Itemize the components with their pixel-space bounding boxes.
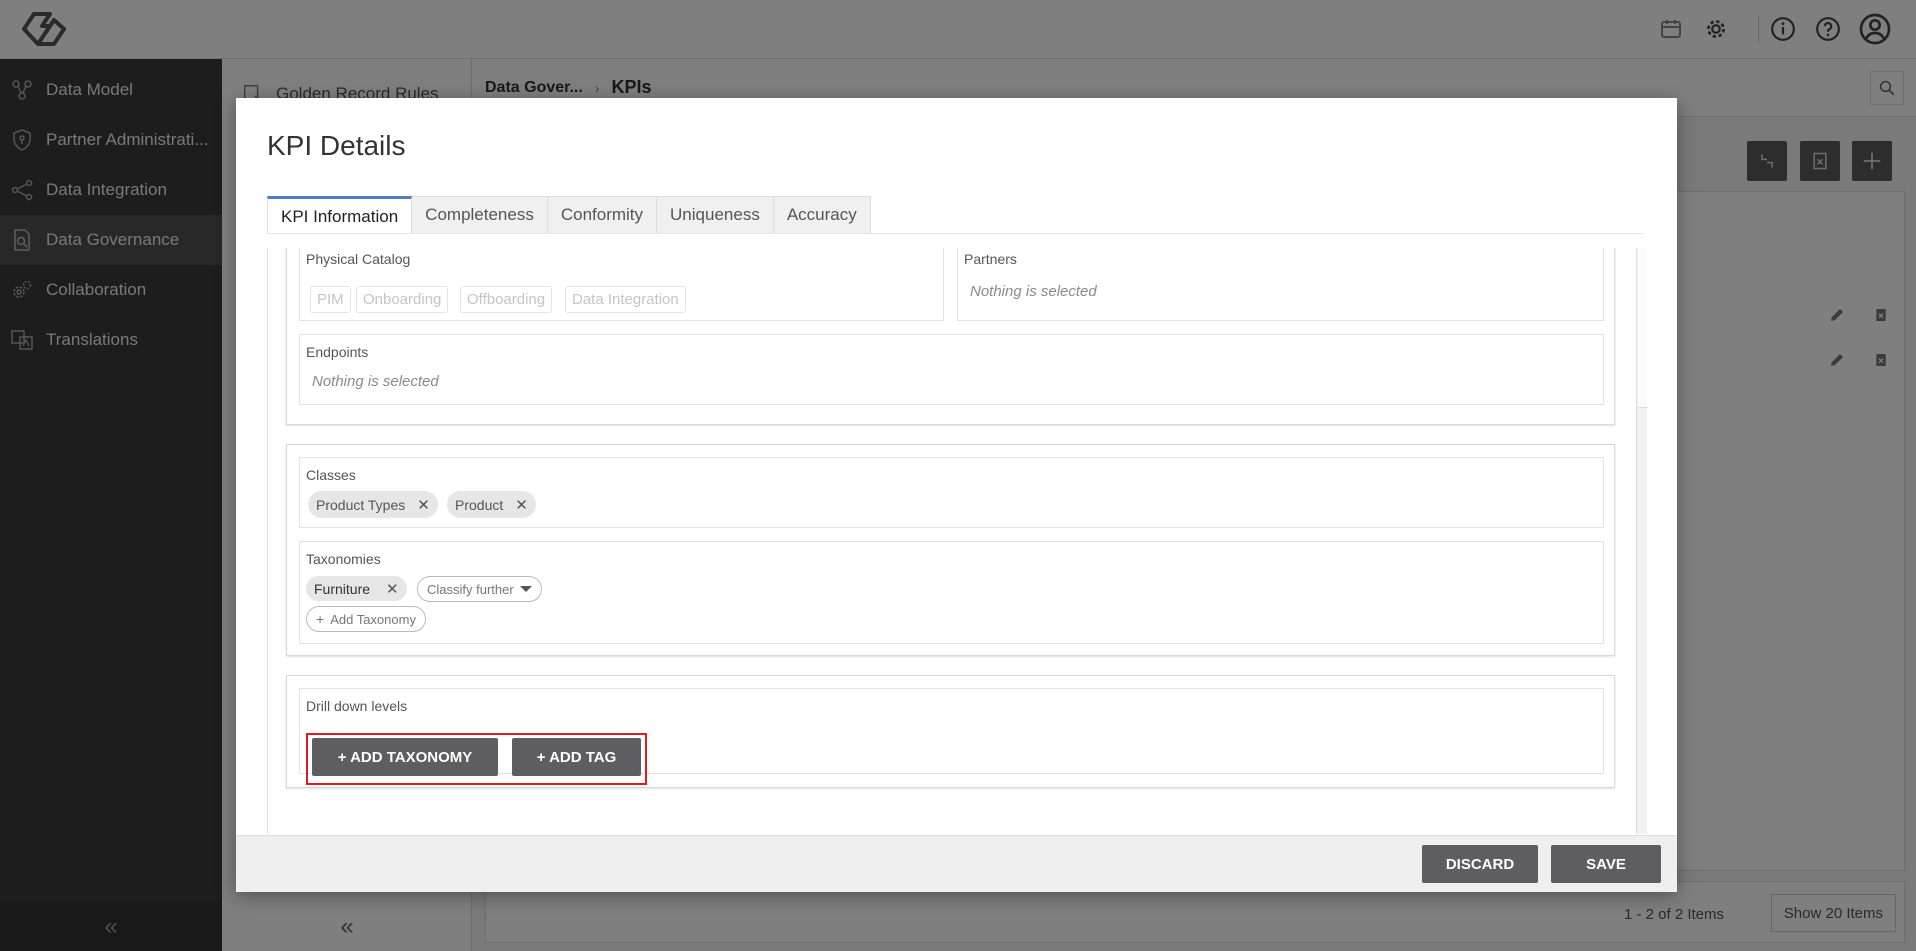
- catalog-option-offboarding: Offboarding: [460, 286, 553, 313]
- add-tag-button[interactable]: + ADD TAG: [512, 738, 641, 776]
- add-taxonomy-button[interactable]: + ADD TAXONOMY: [312, 738, 498, 776]
- chip-label: Product: [455, 496, 504, 513]
- discard-button[interactable]: DISCARD: [1422, 845, 1538, 883]
- tab-divider: [267, 233, 1644, 234]
- tab-conformity[interactable]: Conformity: [547, 196, 658, 234]
- drill-down-panel: Drill down levels + ADD TAXONOMY + ADD T…: [286, 675, 1615, 788]
- add-taxonomy-label: Add Taxonomy: [330, 611, 416, 627]
- chevron-down-icon: [519, 586, 532, 592]
- taxonomies-label: Taxonomies: [306, 551, 381, 567]
- dialog-scroll-area[interactable]: Physical Catalog PIM Onboarding Offboard…: [267, 248, 1647, 834]
- kpi-details-dialog: KPI Details KPI Information Completeness…: [236, 98, 1677, 892]
- chip-label: Product Types: [316, 496, 406, 513]
- dialog-scrollbar[interactable]: [1636, 248, 1647, 834]
- drill-down-field: Drill down levels + ADD TAXONOMY + ADD T…: [299, 688, 1604, 785]
- highlight-box: + ADD TAXONOMY + ADD TAG: [306, 733, 647, 785]
- remove-chip-icon[interactable]: ✕: [417, 496, 430, 514]
- catalog-option-data-integration: Data Integration: [565, 286, 686, 313]
- catalog-option-pim: PIM: [310, 286, 351, 313]
- taxonomies-field: Taxonomies Furniture ✕ Classify further …: [299, 541, 1604, 644]
- class-chip-product-types: Product Types ✕: [308, 491, 438, 518]
- classify-further-label: Classify further: [427, 581, 514, 597]
- scope-panel: Physical Catalog PIM Onboarding Offboard…: [286, 248, 1615, 425]
- classify-further-dropdown[interactable]: Classify further: [417, 576, 542, 602]
- tab-completeness[interactable]: Completeness: [412, 196, 548, 234]
- classes-field[interactable]: Classes Product Types ✕ Product ✕: [299, 457, 1604, 528]
- dialog-footer: DISCARD SAVE: [236, 835, 1677, 892]
- endpoints-value: Nothing is selected: [312, 373, 439, 390]
- remove-chip-icon[interactable]: ✕: [386, 580, 399, 598]
- drill-down-label: Drill down levels: [306, 698, 408, 714]
- physical-catalog-label: Physical Catalog: [306, 251, 411, 267]
- tab-kpi-information[interactable]: KPI Information: [267, 196, 413, 234]
- dialog-tabs: KPI Information Completeness Conformity …: [267, 196, 871, 234]
- tab-uniqueness[interactable]: Uniqueness: [657, 196, 774, 234]
- scrollbar-thumb[interactable]: [1638, 248, 1647, 408]
- partners-field[interactable]: Partners Nothing is selected: [957, 248, 1604, 321]
- plus-icon: +: [316, 611, 325, 627]
- taxonomy-chip-furniture: Furniture ✕: [306, 576, 407, 601]
- remove-chip-icon[interactable]: ✕: [515, 496, 528, 514]
- class-chip-product: Product ✕: [447, 491, 536, 518]
- classes-label: Classes: [306, 467, 356, 483]
- add-taxonomy-chip[interactable]: + Add Taxonomy: [306, 606, 426, 632]
- tab-accuracy[interactable]: Accuracy: [773, 196, 871, 234]
- partners-label: Partners: [964, 251, 1017, 267]
- dialog-title: KPI Details: [267, 130, 406, 161]
- classification-panel: Classes Product Types ✕ Product ✕ Taxono…: [286, 444, 1615, 656]
- catalog-option-onboarding: Onboarding: [356, 286, 449, 313]
- physical-catalog-field: Physical Catalog PIM Onboarding Offboard…: [299, 248, 944, 321]
- chip-label: Furniture: [314, 580, 371, 597]
- endpoints-label: Endpoints: [306, 344, 369, 360]
- partners-value: Nothing is selected: [970, 283, 1097, 300]
- save-button[interactable]: SAVE: [1551, 845, 1661, 883]
- endpoints-field[interactable]: Endpoints Nothing is selected: [299, 334, 1604, 405]
